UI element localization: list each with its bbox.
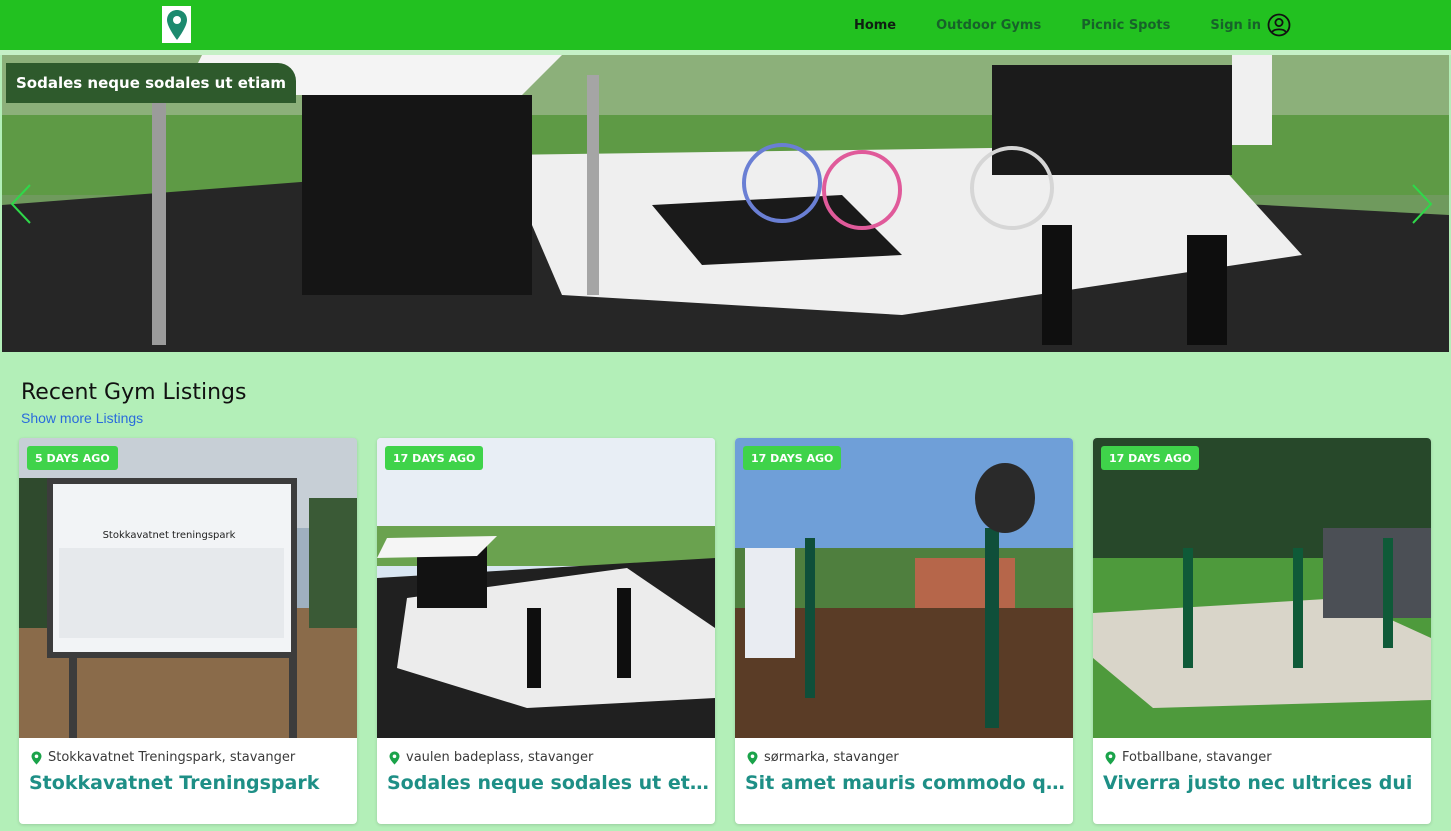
- nav-sign-in[interactable]: Sign in: [1210, 13, 1291, 37]
- listing-location: sørmarka, stavanger: [747, 750, 899, 765]
- listing-age-badge: 17 DAYS AGO: [385, 446, 484, 470]
- map-pin-icon: [166, 9, 187, 40]
- location-pin-icon: [747, 751, 758, 764]
- listing-title[interactable]: Viverra justo nec ultrices dui: [1103, 772, 1425, 794]
- carousel-next-button[interactable]: [1411, 183, 1441, 224]
- listing-photo: [735, 438, 1073, 738]
- listing-location-text: sørmarka, stavanger: [764, 750, 899, 765]
- listing-title[interactable]: Stokkavatnet Treningspark: [29, 772, 351, 794]
- nav-links: Home Outdoor Gyms Picnic Spots Sign in: [854, 0, 1291, 50]
- listing-location: Fotballbane, stavanger: [1105, 750, 1272, 765]
- listing-card[interactable]: 17 DAYS AGO sørmarka, stavanger Sit amet…: [735, 438, 1073, 824]
- nav-picnic-spots[interactable]: Picnic Spots: [1081, 18, 1170, 33]
- nav-home[interactable]: Home: [854, 18, 896, 33]
- hero-caption: Sodales neque sodales ut etiam: [6, 63, 296, 103]
- location-pin-icon: [1105, 751, 1116, 764]
- section-title: Recent Gym Listings: [21, 380, 247, 405]
- navbar: Home Outdoor Gyms Picnic Spots Sign in: [0, 0, 1451, 50]
- listing-location-text: vaulen badeplass, stavanger: [406, 750, 594, 765]
- listing-card[interactable]: Stokkavatnet treningspark 5 DAYS AGO Sto…: [19, 438, 357, 824]
- nav-sign-in-label: Sign in: [1210, 17, 1261, 33]
- listing-card[interactable]: 17 DAYS AGO vaulen badeplass, stavanger …: [377, 438, 715, 824]
- listing-location: vaulen badeplass, stavanger: [389, 750, 593, 765]
- location-pin-icon: [389, 751, 400, 764]
- listing-age-badge: 17 DAYS AGO: [1101, 446, 1200, 470]
- user-circle-icon: [1267, 13, 1291, 37]
- listing-photo: [377, 438, 715, 738]
- listing-image: 17 DAYS AGO: [735, 438, 1073, 738]
- chevron-left-icon: [10, 184, 31, 224]
- listing-photo: [1093, 438, 1431, 738]
- logo[interactable]: [162, 6, 191, 43]
- listing-location-text: Fotballbane, stavanger: [1122, 750, 1272, 765]
- chevron-right-icon: [1412, 184, 1433, 224]
- carousel-prev-button[interactable]: [10, 183, 40, 224]
- listing-age-badge: 5 DAYS AGO: [27, 446, 118, 470]
- listing-age-badge: 17 DAYS AGO: [743, 446, 842, 470]
- show-more-listings-link[interactable]: Show more Listings: [21, 410, 143, 426]
- nav-outdoor-gyms[interactable]: Outdoor Gyms: [936, 18, 1041, 33]
- listing-title[interactable]: Sodales neque sodales ut etiam: [387, 772, 709, 794]
- nav-home-label: Home: [853, 17, 897, 33]
- location-pin-icon: [31, 751, 42, 764]
- listing-cards: Stokkavatnet treningspark 5 DAYS AGO Sto…: [19, 438, 1432, 824]
- listing-image: 17 DAYS AGO: [377, 438, 715, 738]
- svg-text:Stokkavatnet treningspark: Stokkavatnet treningspark: [103, 530, 236, 541]
- listing-title[interactable]: Sit amet mauris commodo quis imperdiet: [745, 772, 1067, 794]
- listing-image: Stokkavatnet treningspark 5 DAYS AGO: [19, 438, 357, 738]
- listing-location-text: Stokkavatnet Treningspark, stavanger: [48, 750, 296, 765]
- hero-carousel: Sodales neque sodales ut etiam: [2, 55, 1449, 352]
- nav-outdoor-gyms-label: Outdoor Gyms: [936, 17, 1042, 33]
- nav-picnic-spots-label: Picnic Spots: [1081, 17, 1171, 33]
- listing-image: 17 DAYS AGO: [1093, 438, 1431, 738]
- listing-photo: Stokkavatnet treningspark: [19, 438, 357, 738]
- listing-card[interactable]: 17 DAYS AGO Fotballbane, stavanger Viver…: [1093, 438, 1431, 824]
- listing-location: Stokkavatnet Treningspark, stavanger: [31, 750, 295, 765]
